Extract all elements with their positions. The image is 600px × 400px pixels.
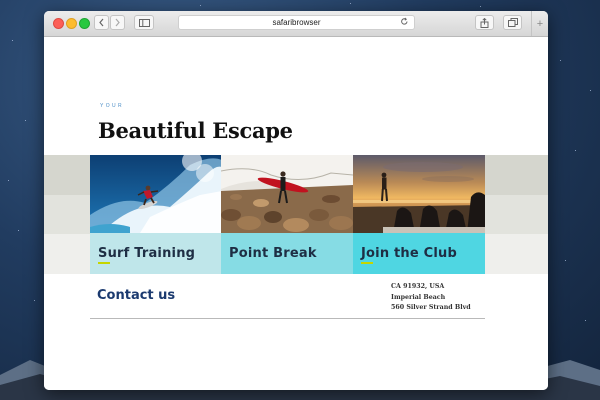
address-bar[interactable]: safaribrowser <box>178 15 415 30</box>
sunset-beach-photo <box>353 155 485 233</box>
accent-underline <box>98 262 110 264</box>
sidebar-icon <box>138 18 150 27</box>
card-label: Surf Training <box>98 246 196 261</box>
forward-button[interactable] <box>110 15 125 30</box>
contact-link[interactable]: Contact us <box>97 288 175 303</box>
card-label-area: Join the Club <box>353 233 485 274</box>
footer-divider <box>90 318 485 319</box>
sidebar-button[interactable] <box>134 15 154 30</box>
new-tab-button[interactable]: + <box>531 11 548 36</box>
close-window-button[interactable] <box>53 18 64 29</box>
title-bar: safaribrowser + <box>44 11 548 37</box>
web-page: YOUR Beautiful Escape Surf Training Poin… <box>44 37 548 390</box>
back-icon <box>98 18 105 27</box>
rocky-shore-photo <box>221 155 353 233</box>
card-label: Point Break <box>229 246 317 261</box>
address-line: 560 Silver Strand Blvd <box>391 304 471 311</box>
address-line: Imperial Beach <box>391 293 446 301</box>
new-tab-icon: + <box>536 17 544 30</box>
eyebrow-text: YOUR <box>100 103 125 109</box>
address-text: safaribrowser <box>272 18 321 27</box>
tabs-button[interactable] <box>503 15 522 30</box>
card-label-area: Surf Training <box>90 233 222 274</box>
back-button[interactable] <box>94 15 109 30</box>
share-button[interactable] <box>475 15 494 30</box>
forward-icon <box>114 18 121 27</box>
address-block: CA 91932, USA Imperial Beach 560 Silver … <box>391 282 471 314</box>
card-join-the-club[interactable]: Join the Club <box>353 155 485 274</box>
minimize-window-button[interactable] <box>66 18 77 29</box>
browser-window: safaribrowser + YOUR Beautiful Escape Su… <box>44 11 548 390</box>
tabs-icon <box>507 18 518 27</box>
share-icon <box>480 17 489 28</box>
card-surf-training[interactable]: Surf Training <box>90 155 222 274</box>
card-label: Join the Club <box>361 246 457 261</box>
page-title: Beautiful Escape <box>98 118 293 143</box>
card-point-break[interactable]: Point Break <box>221 155 353 274</box>
zoom-window-button[interactable] <box>79 18 90 29</box>
accent-underline <box>361 262 373 264</box>
surfer-photo <box>90 155 222 233</box>
reload-icon[interactable] <box>400 17 409 26</box>
address-line: CA 91932, USA <box>391 283 445 290</box>
card-label-area: Point Break <box>221 233 353 274</box>
